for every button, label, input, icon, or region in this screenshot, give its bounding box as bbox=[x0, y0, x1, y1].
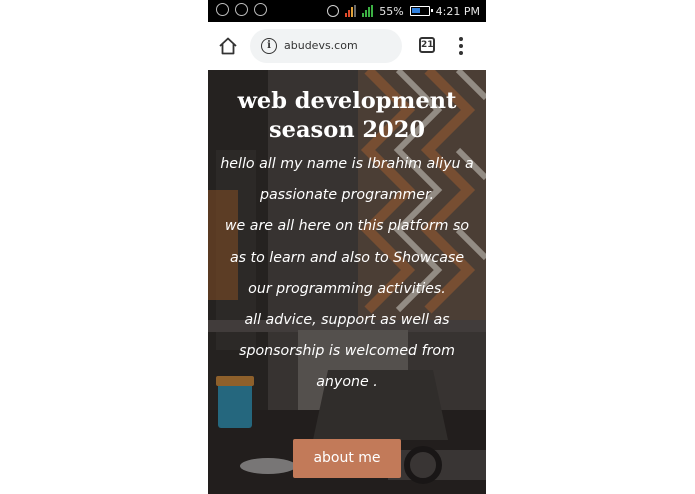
opera-icon bbox=[254, 3, 267, 16]
status-bar: 55% 4:21 PM bbox=[208, 0, 486, 22]
hero-text-line: our programming activities. bbox=[248, 280, 446, 297]
hero-title-line-2: season 2020 bbox=[268, 117, 426, 143]
hero-section: web development season 2020 hello all my… bbox=[208, 70, 486, 494]
hero-title-line-1: web development bbox=[237, 88, 457, 114]
info-icon[interactable]: i bbox=[261, 38, 277, 54]
address-bar[interactable]: i abudevs.com bbox=[250, 29, 402, 63]
tab-switcher-button[interactable]: 21 bbox=[419, 37, 435, 53]
messenger-icon bbox=[235, 3, 248, 16]
overflow-menu-icon[interactable] bbox=[458, 37, 464, 55]
whatsapp-icon bbox=[216, 3, 229, 16]
clock: 4:21 PM bbox=[435, 4, 480, 18]
url-text[interactable]: abudevs.com bbox=[284, 39, 358, 52]
hero-text-line: all advice, support as well as bbox=[244, 312, 450, 329]
battery-icon bbox=[409, 6, 433, 16]
hero-description: hello all my name is Ibrahim aliyu a pas… bbox=[216, 149, 478, 399]
signal-icon-2 bbox=[362, 5, 374, 17]
browser-toolbar: i abudevs.com 21 bbox=[208, 22, 486, 70]
hero-text-line: we are all here on this platform so bbox=[224, 218, 470, 235]
alarm-icon bbox=[327, 5, 340, 17]
about-me-button[interactable]: about me bbox=[293, 439, 401, 478]
home-icon[interactable] bbox=[218, 36, 238, 56]
phone-screen: 55% 4:21 PM i abudevs.com 21 web develop… bbox=[208, 0, 486, 494]
signal-icon bbox=[345, 5, 357, 17]
battery-percent: 55% bbox=[379, 4, 404, 18]
hero-text-line: sponsorship is welcomed from bbox=[239, 343, 455, 360]
hero-text-line: anyone . bbox=[316, 374, 378, 391]
hero-text-line: hello all my name is Ibrahim aliyu a bbox=[220, 156, 474, 172]
hero-title: web development season 2020 bbox=[208, 87, 486, 145]
hero-text-line: as to learn and also to Showcase bbox=[229, 249, 465, 266]
hero-text-line: passionate programmer. bbox=[259, 187, 435, 204]
